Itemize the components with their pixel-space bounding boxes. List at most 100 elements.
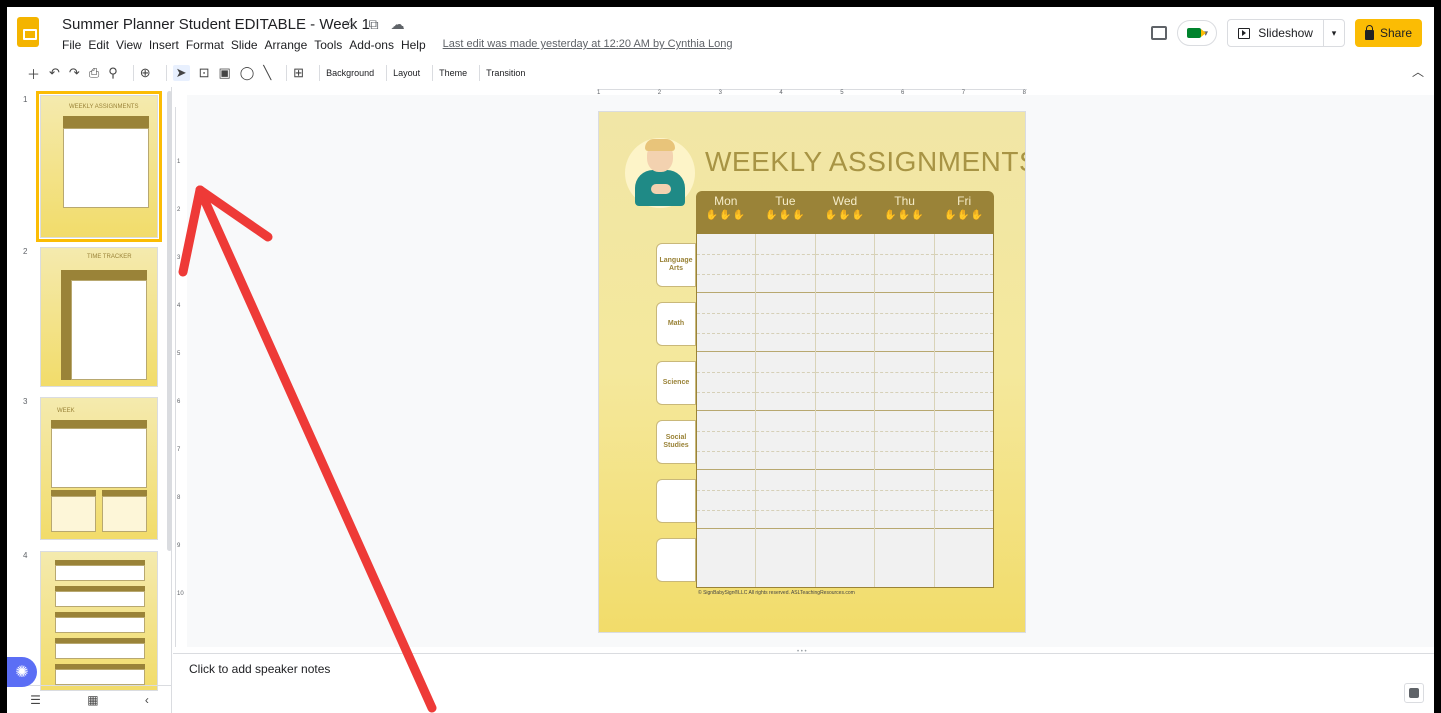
- slide[interactable]: WEEKLY ASSIGNMENTS Mon ✋✋✋ Tue ✋✋✋ Wed ✋✋✋ …: [598, 111, 1026, 633]
- last-edit-link[interactable]: Last edit was made yesterday at 12:20 AM…: [443, 38, 733, 52]
- slideshow-button[interactable]: Slideshow: [1228, 20, 1324, 46]
- subject-label[interactable]: [656, 479, 696, 523]
- share-button[interactable]: Share: [1354, 19, 1422, 47]
- transition-button[interactable]: Transition: [486, 68, 525, 78]
- slide-thumbnail-4[interactable]: [40, 551, 158, 691]
- zoom-icon[interactable]: ⊕: [140, 65, 151, 81]
- grid-column: [756, 234, 816, 587]
- new-slide-icon[interactable]: ＋: [27, 64, 40, 83]
- thumb-title: WEEKLY ASSIGNMENTS: [69, 104, 139, 110]
- cloud-status-icon[interactable]: ☁: [391, 16, 405, 33]
- assignment-grid[interactable]: [696, 233, 994, 588]
- filmstrip-footer: ☰ ▦ ‹: [7, 685, 172, 713]
- ruler-tick: 9: [177, 543, 181, 549]
- textbox-icon[interactable]: ⊡: [199, 65, 210, 81]
- subject-label[interactable]: Social Studies: [656, 420, 696, 464]
- menu-edit[interactable]: Edit: [88, 38, 109, 52]
- menu-file[interactable]: File: [62, 38, 81, 52]
- comment-history-icon[interactable]: [1151, 26, 1168, 40]
- thumb-grid: [71, 280, 147, 380]
- layout-button[interactable]: Layout: [393, 68, 420, 78]
- slideshow-dropdown[interactable]: ▾: [1324, 28, 1344, 39]
- slide-thumbnail-1[interactable]: WEEKLY ASSIGNMENTS: [36, 91, 162, 242]
- avatar-hands: [651, 184, 671, 194]
- subject-label[interactable]: Language Arts: [656, 243, 696, 287]
- fingerspell-icon: ✋✋✋: [705, 210, 746, 221]
- redo-icon[interactable]: ↷: [69, 65, 80, 81]
- thumb-todo: [102, 496, 147, 532]
- menu-help[interactable]: Help: [401, 38, 426, 52]
- image-icon[interactable]: ▣: [218, 65, 230, 81]
- slide-thumbnail-2[interactable]: TIME TRACKER: [40, 247, 158, 387]
- collapse-filmstrip-icon[interactable]: ‹: [145, 693, 149, 707]
- document-title[interactable]: Summer Planner Student EDITABLE - Week 1: [62, 16, 370, 33]
- shape-icon[interactable]: ◯: [240, 65, 255, 81]
- menu-slide[interactable]: Slide: [231, 38, 258, 52]
- grid-column: [875, 234, 935, 587]
- day-thu: Thu ✋✋✋: [875, 191, 935, 233]
- slide-number: 1: [23, 95, 28, 104]
- menu-insert[interactable]: Insert: [149, 38, 179, 52]
- toolbar: ＋ ↶ ↷ ⎙ ⚲ ⊕ ➤ ⊡ ▣ ◯ ╲ ⊞ Background Layou…: [7, 61, 1434, 85]
- move-folder-icon[interactable]: ⧉: [369, 16, 379, 33]
- slides-logo-icon[interactable]: [17, 17, 39, 47]
- day-wed: Wed ✋✋✋: [815, 191, 875, 233]
- grid-column: [697, 234, 757, 587]
- grid-view-icon[interactable]: ▦: [87, 693, 98, 707]
- slide-title[interactable]: WEEKLY ASSIGNMENTS: [705, 146, 1025, 178]
- collapse-menu-icon[interactable]: ︿: [1412, 63, 1424, 80]
- thumb-header: [61, 270, 147, 280]
- line-icon[interactable]: ╲: [263, 65, 271, 81]
- explore-icon[interactable]: [1404, 683, 1424, 703]
- menu-format[interactable]: Format: [186, 38, 224, 52]
- subject-label[interactable]: [656, 538, 696, 582]
- undo-icon[interactable]: ↶: [49, 65, 60, 81]
- divider: [286, 65, 288, 81]
- menu-bar: File Edit View Insert Format Slide Arran…: [62, 38, 740, 52]
- slide-number: 2: [23, 247, 28, 256]
- menu-addons[interactable]: Add-ons: [349, 38, 394, 52]
- app-frame: Summer Planner Student EDITABLE - Week 1…: [7, 7, 1434, 713]
- theme-button[interactable]: Theme: [439, 68, 467, 78]
- divider: [386, 65, 388, 81]
- divider: [479, 65, 481, 81]
- comment-icon[interactable]: ⊞: [293, 65, 304, 81]
- lock-icon: [1364, 24, 1374, 40]
- speaker-notes[interactable]: Click to add speaker notes: [173, 653, 1434, 713]
- print-icon[interactable]: ⎙: [89, 65, 99, 81]
- menu-view[interactable]: View: [116, 38, 142, 52]
- thumb-header: [63, 116, 149, 128]
- thumb-header: [51, 420, 147, 428]
- thumb-class-box: [55, 643, 145, 659]
- fingerspell-icon: ✋✋✋: [824, 210, 866, 221]
- slide-canvas[interactable]: WEEKLY ASSIGNMENTS Mon ✋✋✋ Tue ✋✋✋ Wed ✋✋✋ …: [187, 95, 1434, 647]
- subject-label[interactable]: Math: [656, 302, 696, 346]
- menu-tools[interactable]: Tools: [314, 38, 342, 52]
- divider: [165, 65, 167, 81]
- filmstrip-scrollbar[interactable]: [167, 91, 172, 551]
- slide-thumbnail-3[interactable]: WEEK: [40, 397, 158, 540]
- days-header[interactable]: Mon ✋✋✋ Tue ✋✋✋ Wed ✋✋✋ Thu ✋✋✋ Fri ✋✋✋: [696, 191, 994, 233]
- divider: [132, 65, 134, 81]
- select-icon[interactable]: ➤: [172, 65, 190, 81]
- avatar-hair: [645, 139, 675, 151]
- header-actions: ▾ Slideshow ▾ Share: [1151, 19, 1422, 47]
- thumb-class-box: [55, 591, 145, 607]
- day-tue: Tue ✋✋✋: [756, 191, 816, 233]
- vertical-ruler: 1 2 3 4 5 6 7 8 9 10: [175, 107, 185, 647]
- assistant-icon[interactable]: ✺: [7, 657, 37, 687]
- thumb-title: TIME TRACKER: [87, 254, 132, 260]
- grid-column: [934, 234, 994, 587]
- thumb-sidebar: [61, 280, 71, 380]
- paint-format-icon[interactable]: ⚲: [108, 65, 118, 81]
- slide-number: 3: [23, 397, 28, 406]
- background-button[interactable]: Background: [326, 68, 374, 78]
- filmstrip-view-icon[interactable]: ☰: [30, 693, 41, 707]
- menu-arrange[interactable]: Arrange: [265, 38, 308, 52]
- meet-button[interactable]: ▾: [1177, 20, 1218, 46]
- speaker-notes-placeholder[interactable]: Click to add speaker notes: [189, 662, 330, 676]
- star-icon[interactable]: ☆: [344, 16, 357, 33]
- present-icon: [1238, 27, 1251, 39]
- subject-label[interactable]: Science: [656, 361, 696, 405]
- thumb-class-box: [55, 617, 145, 633]
